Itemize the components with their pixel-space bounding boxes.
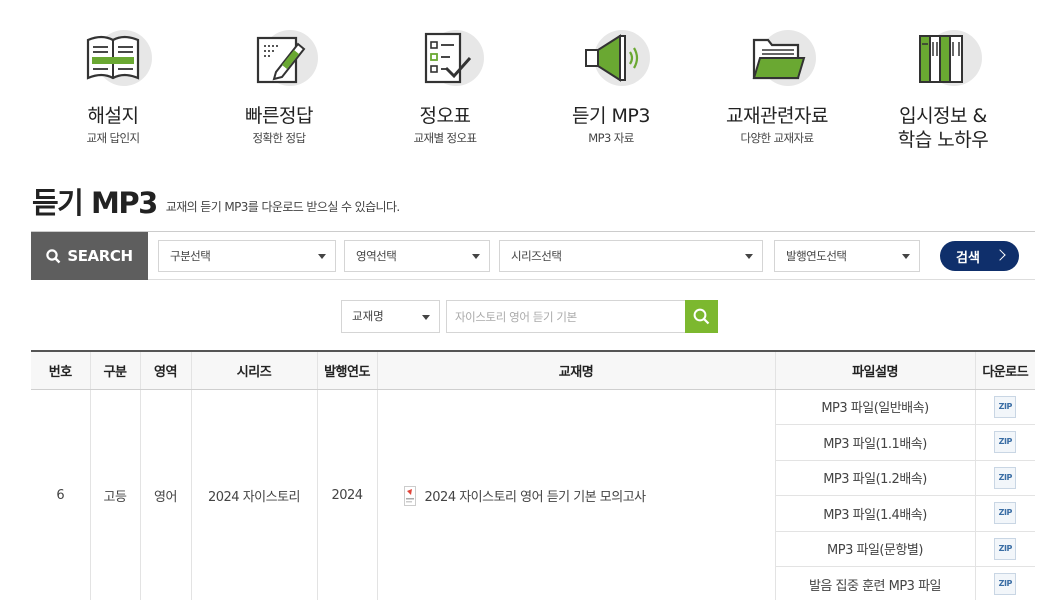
subject-select[interactable]: 영역선택 bbox=[344, 240, 490, 272]
table-row: 6 고등 영어 2024 자이스토리 2024 2024 자이스토리 영어 듣기… bbox=[31, 389, 1035, 600]
column-header: 발행연도 bbox=[316, 350, 377, 390]
zip-download-icon[interactable]: ZIP bbox=[994, 466, 1017, 489]
category-nav: 해설지 교재 답인지 빠른정답 정확한 정답 정오표 교재별 정오표 듣기 MP… bbox=[30, 26, 1026, 156]
zip-download-icon[interactable]: ZIP bbox=[994, 573, 1017, 596]
zip-download-icon[interactable]: ZIP bbox=[994, 431, 1017, 454]
chevron-down-icon bbox=[902, 254, 910, 259]
series-select[interactable]: 시리즈선택 bbox=[499, 240, 763, 272]
cell-year: 2024 bbox=[316, 389, 377, 600]
book-title: 2024 자이스토리 영어 듣기 기본 모의고사 bbox=[424, 490, 647, 505]
file-description: MP3 파일(문항별) bbox=[774, 531, 975, 567]
column-header: 파일설명 bbox=[774, 350, 975, 390]
file-description: 발음 집중 훈련 MP3 파일 bbox=[774, 566, 975, 600]
cell-series: 2024 자이스토리 bbox=[190, 389, 317, 600]
column-header: 구분 bbox=[89, 350, 140, 390]
search-button[interactable]: 검색 bbox=[940, 241, 1019, 271]
search-button-label: 검색 bbox=[956, 250, 980, 266]
search-icon bbox=[46, 248, 61, 263]
category-answer-sheet[interactable]: 해설지 교재 답인지 bbox=[30, 26, 196, 156]
download-cell: ZIP bbox=[974, 531, 1035, 567]
chevron-down-icon bbox=[318, 254, 326, 259]
file-description: MP3 파일(1.4배속) bbox=[774, 495, 975, 532]
page-heading: 듣기 MP3 교재의 듣기 MP3를 다운로드 받으실 수 있습니다. bbox=[32, 186, 400, 220]
search-icon bbox=[693, 308, 710, 325]
category-title: 듣기 MP3 bbox=[572, 105, 650, 127]
file-description: MP3 파일(1.1배속) bbox=[774, 424, 975, 461]
column-header: 영역 bbox=[139, 350, 191, 390]
cell-book[interactable]: 2024 자이스토리 영어 듣기 기본 모의고사 bbox=[376, 389, 775, 600]
category-admission-info[interactable]: 입시정보 & 학습 노하우 bbox=[860, 26, 1026, 156]
download-cell: ZIP bbox=[974, 424, 1035, 461]
book-field-select[interactable]: 교재명 bbox=[341, 300, 440, 333]
category-title: 교재관련자료 bbox=[726, 105, 828, 127]
category-errata[interactable]: 정오표 교재별 정오표 bbox=[362, 26, 528, 156]
cell-number: 6 bbox=[31, 389, 90, 600]
download-cell: ZIP bbox=[974, 460, 1035, 496]
column-header: 다운로드 bbox=[974, 350, 1035, 390]
checklist-icon bbox=[412, 26, 484, 92]
book-search-input[interactable] bbox=[446, 300, 686, 333]
category-title: 입시정보 & 학습 노하우 bbox=[897, 105, 989, 151]
file-description: MP3 파일(1.2배속) bbox=[774, 460, 975, 496]
search-label: SEARCH bbox=[31, 232, 148, 280]
books-icon bbox=[910, 26, 982, 92]
series-select-value: 시리즈선택 bbox=[511, 249, 562, 263]
download-cell: ZIP bbox=[974, 495, 1035, 532]
zip-download-icon[interactable]: ZIP bbox=[994, 502, 1017, 525]
folder-icon bbox=[744, 26, 816, 92]
category-select-value: 구분선택 bbox=[170, 249, 211, 263]
category-subtitle: 교재 답인지 bbox=[86, 131, 141, 145]
table-header-row: 번호 구분 영역 시리즈 발행연도 교재명 파일설명 다운로드 bbox=[31, 350, 1035, 390]
book-field-select-value: 교재명 bbox=[352, 309, 384, 323]
chevron-down-icon bbox=[472, 254, 480, 259]
subject-select-value: 영역선택 bbox=[356, 249, 397, 263]
category-subtitle: 다양한 교재자료 bbox=[740, 131, 815, 145]
book-search: 교재명 bbox=[341, 300, 718, 333]
search-bar: SEARCH 구분선택 영역선택 시리즈선택 발행연도선택 검색 bbox=[31, 231, 1035, 280]
cell-subject: 영어 bbox=[139, 389, 191, 600]
zip-download-icon[interactable]: ZIP bbox=[994, 395, 1017, 418]
column-header: 번호 bbox=[31, 350, 90, 390]
category-quick-answer[interactable]: 빠른정답 정확한 정답 bbox=[196, 26, 362, 156]
results-table: 번호 구분 영역 시리즈 발행연도 교재명 파일설명 다운로드 6 고등 영어 … bbox=[31, 350, 1035, 600]
speaker-icon bbox=[578, 26, 650, 92]
answer-pen-icon bbox=[246, 26, 318, 92]
column-header: 시리즈 bbox=[190, 350, 317, 390]
book-search-button[interactable] bbox=[685, 300, 718, 333]
page-description: 교재의 듣기 MP3를 다운로드 받으실 수 있습니다. bbox=[165, 200, 400, 214]
chevron-down-icon bbox=[422, 315, 430, 320]
page-title: 듣기 MP3 bbox=[32, 186, 158, 220]
year-select[interactable]: 발행연도선택 bbox=[774, 240, 920, 272]
category-mp3[interactable]: 듣기 MP3 MP3 자료 bbox=[528, 26, 694, 156]
category-select[interactable]: 구분선택 bbox=[158, 240, 336, 272]
category-subtitle: MP3 자료 bbox=[588, 131, 634, 145]
chevron-right-icon bbox=[994, 249, 1006, 261]
category-subtitle: 교재별 정오표 bbox=[413, 131, 478, 145]
download-cell: ZIP bbox=[974, 389, 1035, 425]
file-description: MP3 파일(일반배속) bbox=[774, 389, 975, 425]
category-title: 빠른정답 bbox=[245, 105, 313, 127]
cell-level: 고등 bbox=[89, 389, 140, 600]
column-header: 교재명 bbox=[376, 350, 775, 390]
search-label-text: SEARCH bbox=[67, 247, 133, 265]
zip-download-icon[interactable]: ZIP bbox=[994, 537, 1017, 560]
category-title: 정오표 bbox=[419, 105, 471, 127]
chevron-down-icon bbox=[745, 254, 753, 259]
download-cell: ZIP bbox=[974, 566, 1035, 600]
category-textbook-materials[interactable]: 교재관련자료 다양한 교재자료 bbox=[694, 26, 860, 156]
category-title: 해설지 bbox=[87, 105, 139, 127]
year-select-value: 발행연도선택 bbox=[786, 249, 847, 263]
book-cover-icon bbox=[403, 485, 416, 506]
category-subtitle: 정확한 정답 bbox=[252, 131, 307, 145]
book-open-icon bbox=[80, 26, 152, 92]
